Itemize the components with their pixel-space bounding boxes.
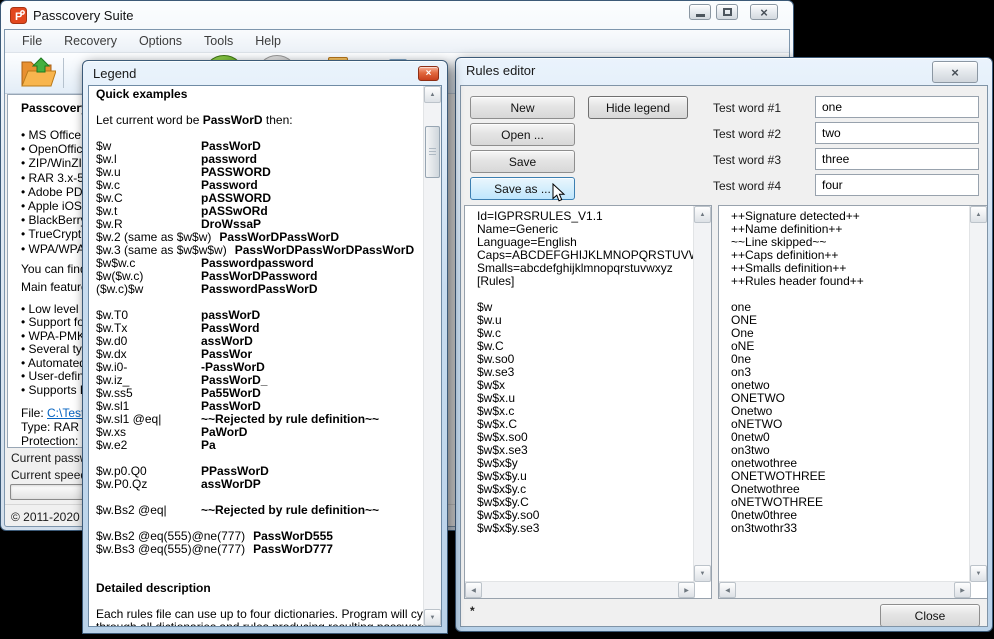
- open-folder-icon: [20, 57, 56, 90]
- close-icon: ×: [426, 69, 432, 79]
- output-vertical-scrollbar[interactable]: ▲ ▼: [969, 206, 987, 582]
- app-icon: P: [10, 7, 27, 24]
- minimize-button[interactable]: [689, 4, 711, 20]
- maximize-icon: [723, 8, 732, 16]
- rules-horizontal-scrollbar[interactable]: ◀ ▶: [465, 581, 695, 598]
- test-word-label-3: Test word #3: [713, 153, 781, 167]
- legend-rule-row: $w.Bs3 @eq(555)@ne(777)PassWorD777: [96, 543, 423, 556]
- scroll-right-icon[interactable]: ▶: [954, 582, 971, 598]
- legend-heading: Detailed description: [96, 582, 423, 595]
- legend-rule-row: $w.Bs2 @eq|~~Rejected by rule definition…: [96, 504, 423, 517]
- legend-heading: Quick examples: [96, 88, 423, 101]
- rules-text-editor[interactable]: Id=IGPRSRULES_V1.1 Name=Generic Language…: [464, 205, 712, 599]
- test-output-area[interactable]: ++Signature detected++ ++Name definition…: [718, 205, 988, 599]
- legend-rule-row: ($w.c)$wPasswordPassWorD: [96, 283, 423, 296]
- test-output-text: ++Signature detected++ ++Name definition…: [731, 210, 969, 581]
- copyright-text: © 2011-2020: [11, 510, 80, 524]
- scroll-up-icon[interactable]: ▲: [424, 86, 441, 103]
- legend-rule-row: $w.xsPaWorD: [96, 426, 423, 439]
- legend-rule-row: $w.d0assWorD: [96, 335, 423, 348]
- window-title: Passcovery Suite: [33, 8, 133, 23]
- open-button[interactable]: Open ...: [470, 123, 575, 146]
- toolbar-separator: [63, 58, 64, 88]
- legend-rule-row: $wPassWorD: [96, 140, 423, 153]
- rules-editor-client: New Open ... Save Save as ... Hide legen…: [460, 85, 988, 627]
- legend-rule-row: $w.P0.QzassWorDP: [96, 478, 423, 491]
- close-button[interactable]: ×: [750, 4, 778, 20]
- legend-title: Legend: [93, 66, 136, 81]
- main-titlebar[interactable]: P Passcovery Suite: [1, 1, 793, 29]
- legend-vertical-scrollbar[interactable]: ▲ ▼: [423, 86, 441, 626]
- rules-editor-window: Rules editor × New Open ... Save Save as…: [455, 57, 993, 632]
- test-word-input-4[interactable]: [815, 174, 979, 196]
- hide-legend-button[interactable]: Hide legend: [588, 96, 688, 119]
- current-speed-label: Current speed: [11, 468, 87, 482]
- maximize-button[interactable]: [716, 4, 738, 20]
- legend-rule-row: $w.T0passWorD: [96, 309, 423, 322]
- scroll-down-icon[interactable]: ▼: [970, 565, 987, 582]
- scrollbar-thumb[interactable]: [425, 126, 440, 178]
- rules-text[interactable]: Id=IGPRSRULES_V1.1 Name=Generic Language…: [477, 210, 693, 581]
- close-dialog-button[interactable]: Close: [880, 604, 980, 627]
- rules-editor-close-button[interactable]: ×: [932, 61, 978, 83]
- screen: { "icons": {"close":"×","up":"▲","down":…: [0, 0, 994, 639]
- window-controls: ×: [689, 4, 778, 20]
- legend-rule-row: $w.uPASSWORD: [96, 166, 423, 179]
- legend-titlebar[interactable]: Legend: [83, 61, 447, 85]
- legend-lines: Quick examples Let current word be PassWo…: [96, 88, 423, 626]
- open-file-button[interactable]: [20, 57, 56, 90]
- legend-blank-line: [96, 556, 423, 569]
- menu-item-file[interactable]: File: [11, 31, 53, 51]
- test-word-label-4: Test word #4: [713, 179, 781, 193]
- rules-editor-titlebar[interactable]: Rules editor: [456, 58, 992, 82]
- status-asterisk: *: [470, 604, 475, 618]
- menu-item-recovery[interactable]: Recovery: [53, 31, 128, 51]
- save-button[interactable]: Save: [470, 150, 575, 173]
- save-as-button[interactable]: Save as ...: [470, 177, 575, 200]
- rules-vertical-scrollbar[interactable]: ▲ ▼: [693, 206, 711, 582]
- file-label: File:: [21, 406, 44, 420]
- scroll-left-icon[interactable]: ◀: [465, 582, 482, 598]
- output-horizontal-scrollbar[interactable]: ◀ ▶: [719, 581, 971, 598]
- rules-editor-title: Rules editor: [466, 63, 535, 78]
- close-icon: ×: [951, 66, 959, 79]
- test-word-label-2: Test word #2: [713, 127, 781, 141]
- legend-text-line: through all dictionaries and rules produ…: [96, 621, 423, 626]
- scroll-down-icon[interactable]: ▼: [424, 609, 441, 626]
- legend-content: Quick examples Let current word be PassWo…: [88, 85, 442, 627]
- minimize-icon: [696, 14, 705, 17]
- legend-rule-row: $w.sl1 @eq|~~Rejected by rule definition…: [96, 413, 423, 426]
- test-word-label-1: Test word #1: [713, 101, 781, 115]
- scroll-right-icon[interactable]: ▶: [678, 582, 695, 598]
- menu-item-options[interactable]: Options: [128, 31, 193, 51]
- legend-text-line: Let current word be PassWorD then:: [96, 114, 423, 127]
- close-icon: ×: [760, 6, 768, 19]
- scroll-down-icon[interactable]: ▼: [694, 565, 711, 582]
- legend-close-button[interactable]: ×: [418, 66, 439, 81]
- current-password-label: Current passw: [11, 451, 88, 465]
- legend-window: Legend × Quick examples Let current word …: [82, 60, 448, 634]
- menu-bar: FileRecoveryOptionsToolsHelp: [5, 30, 789, 53]
- legend-rule-row: $w.e2Pa: [96, 439, 423, 452]
- menu-item-help[interactable]: Help: [244, 31, 292, 51]
- new-button[interactable]: New: [470, 96, 575, 119]
- menu-item-tools[interactable]: Tools: [193, 31, 244, 51]
- scroll-left-icon[interactable]: ◀: [719, 582, 736, 598]
- test-word-input-1[interactable]: [815, 96, 979, 118]
- scroll-up-icon[interactable]: ▲: [694, 206, 711, 223]
- legend-rule-row: $w.TxPassWord: [96, 322, 423, 335]
- test-word-input-3[interactable]: [815, 148, 979, 170]
- scroll-up-icon[interactable]: ▲: [970, 206, 987, 223]
- test-word-input-2[interactable]: [815, 122, 979, 144]
